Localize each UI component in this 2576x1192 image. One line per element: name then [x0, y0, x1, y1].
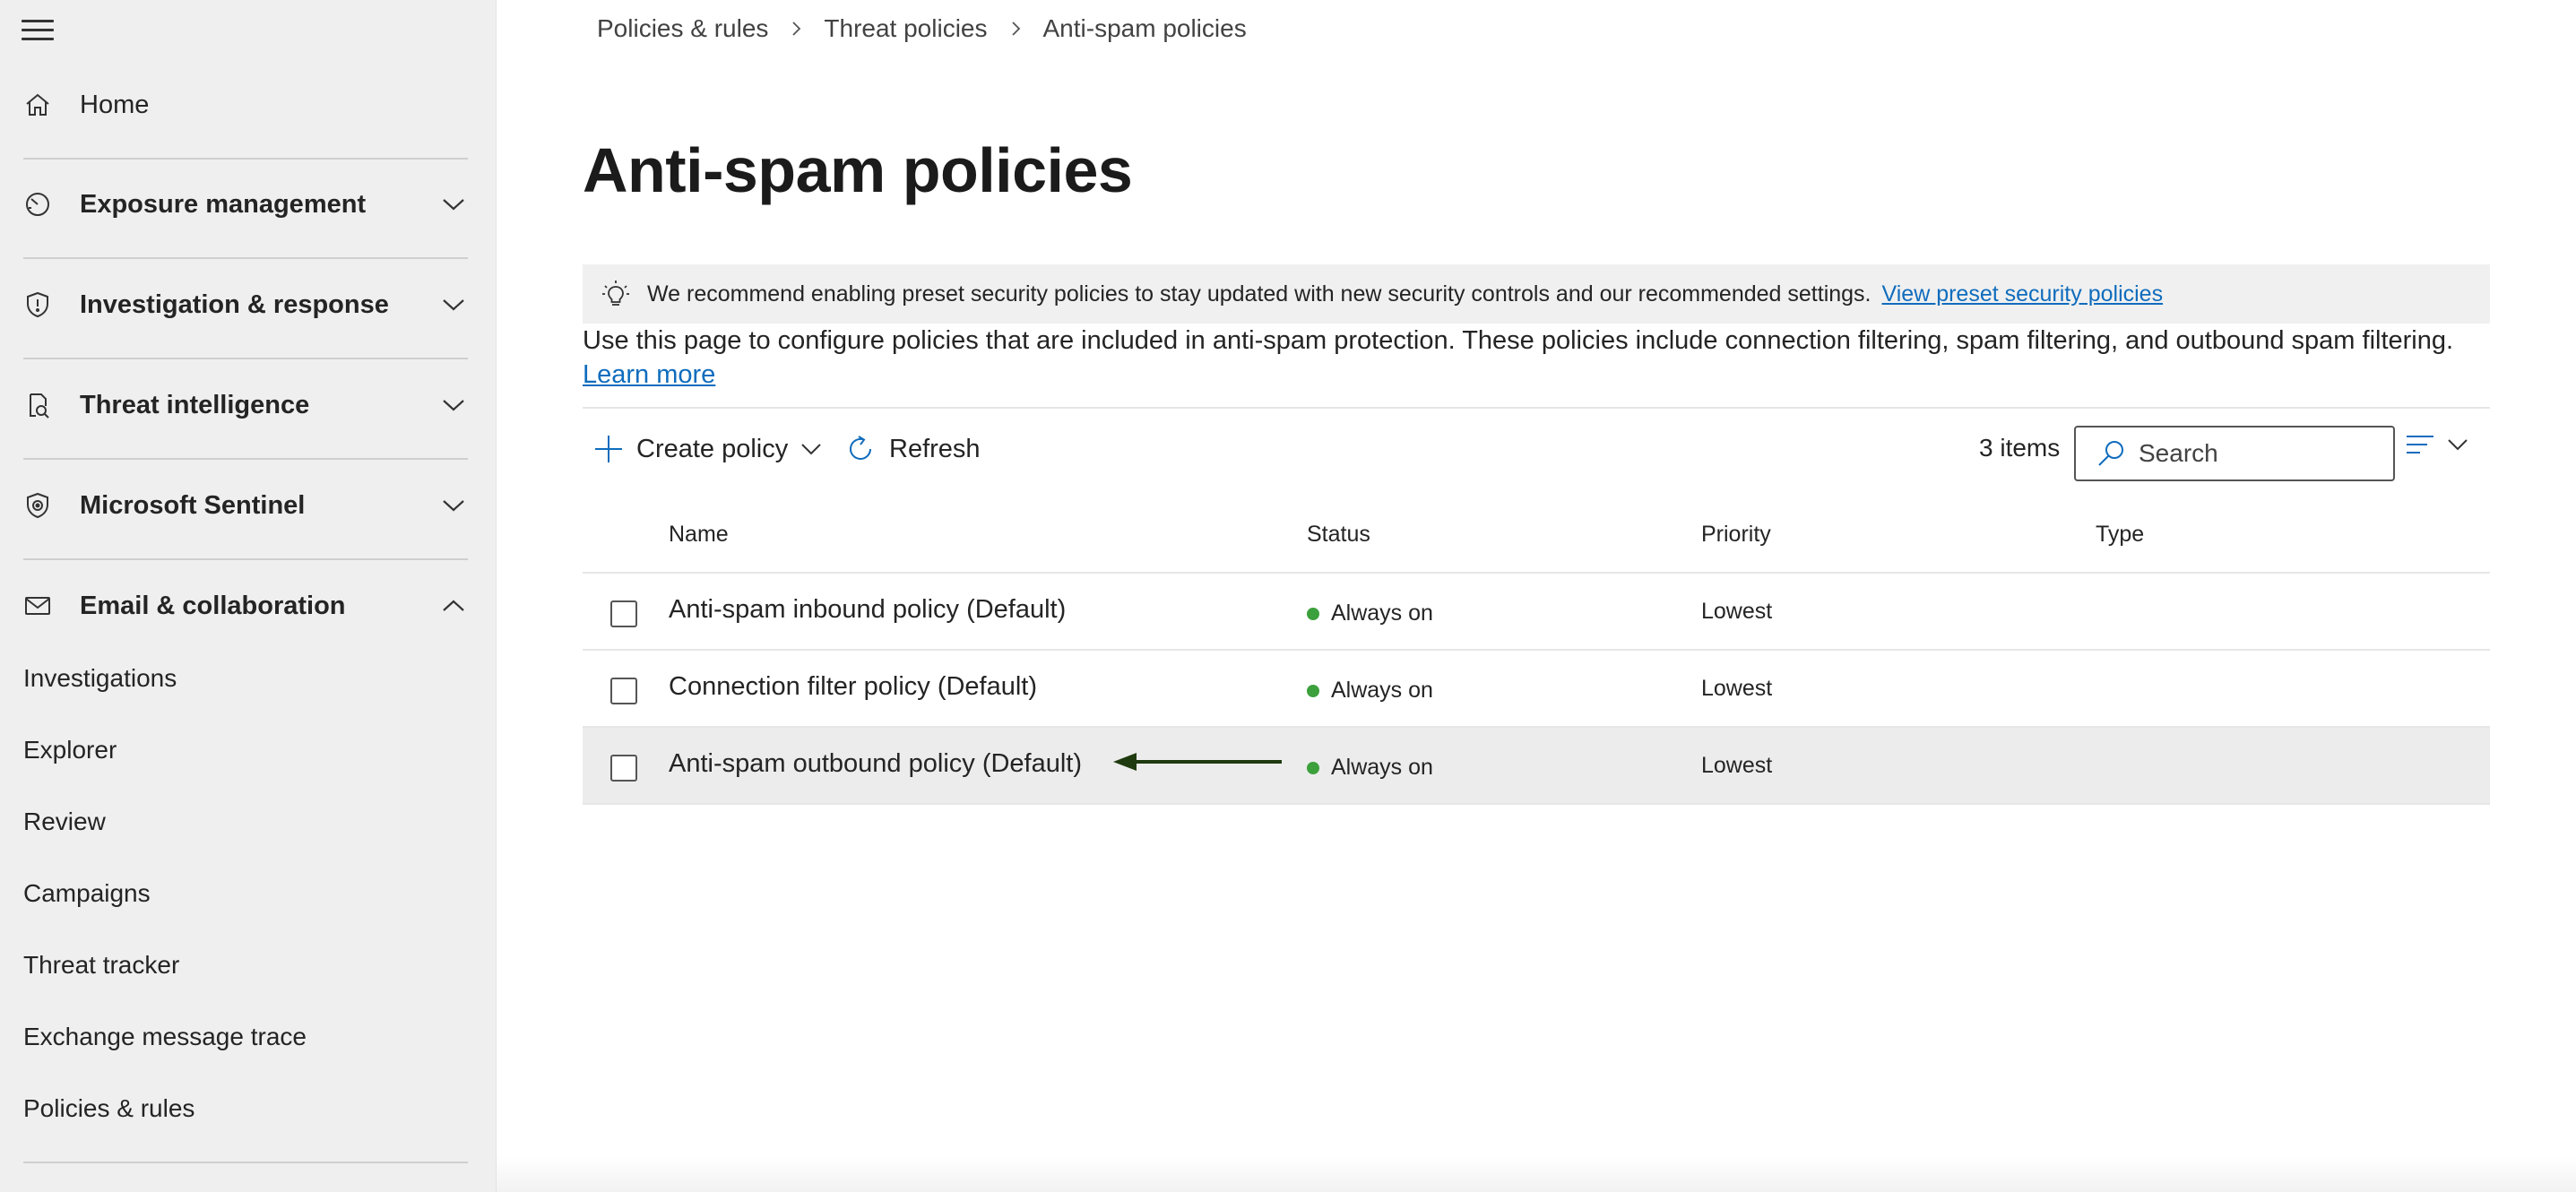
sidebar-item-microsoft-sentinel[interactable]: Microsoft Sentinel [0, 479, 497, 532]
sidebar-subitem-review[interactable]: Review [23, 808, 106, 836]
sidebar-item-label: Investigation & response [80, 289, 389, 319]
status-dot-icon [1307, 684, 1319, 697]
section-divider [583, 407, 2490, 409]
sidebar-item-exposure-management[interactable]: Exposure management [0, 177, 497, 231]
page-title: Anti-spam policies [583, 135, 1133, 205]
sidebar-subitem-policies-rules[interactable]: Policies & rules [23, 1094, 194, 1123]
row-checkbox[interactable] [610, 755, 637, 782]
annotation-arrow-icon [1113, 753, 1282, 771]
refresh-button[interactable]: Refresh [844, 428, 981, 470]
sidebar-divider [23, 158, 468, 160]
chevron-down-icon[interactable] [437, 489, 470, 522]
sidebar-item-threat-intelligence[interactable]: Threat intelligence [0, 378, 497, 432]
sidebar-subitem-investigations[interactable]: Investigations [23, 664, 177, 693]
policy-name[interactable]: Anti-spam outbound policy (Default) [669, 749, 1082, 779]
create-policy-label: Create policy [636, 434, 789, 463]
search-icon [2098, 441, 2123, 466]
create-policy-button[interactable]: Create policy [593, 428, 822, 470]
sidebar-divider [23, 358, 468, 359]
sidebar-item-investigation-response[interactable]: Investigation & response [0, 278, 497, 332]
policy-status: Always on [1307, 678, 1433, 704]
breadcrumb: Policies & rules Threat policies Anti-sp… [597, 14, 1247, 43]
search-input[interactable] [2137, 438, 2364, 469]
breadcrumb-item[interactable]: Threat policies [824, 14, 987, 43]
gauge-icon [22, 188, 54, 220]
bottom-shadow [497, 1156, 2576, 1192]
sentinel-icon [22, 489, 54, 522]
refresh-label: Refresh [889, 434, 981, 463]
sidebar-item-home[interactable]: Home [0, 78, 497, 132]
page-description: Use this page to configure policies that… [583, 324, 2490, 392]
status-text: Always on [1331, 678, 1433, 703]
sidebar-subitem-campaigns[interactable]: Campaigns [23, 879, 151, 908]
policy-status: Always on [1307, 600, 1433, 626]
status-dot-icon [1307, 607, 1319, 620]
plus-icon [593, 434, 624, 464]
sidebar-item-label: Exposure management [80, 189, 367, 219]
column-header-priority[interactable]: Priority [1701, 522, 1771, 548]
chevron-up-icon[interactable] [437, 590, 470, 622]
hamburger-menu-icon[interactable] [22, 20, 54, 45]
sidebar-item-label: Email & collaboration [80, 591, 346, 620]
column-header-type[interactable]: Type [2096, 522, 2144, 548]
sidebar-divider [23, 558, 468, 560]
items-count: 3 items [1979, 434, 2061, 462]
status-text: Always on [1331, 600, 1433, 626]
table-row[interactable]: Anti-spam outbound policy (Default) Alwa… [583, 728, 2490, 805]
policy-name[interactable]: Connection filter policy (Default) [669, 672, 1037, 702]
table-row[interactable]: Connection filter policy (Default) Alway… [583, 651, 2490, 728]
chevron-down-icon[interactable] [437, 188, 470, 220]
sidebar-subitem-exchange-message-trace[interactable]: Exchange message trace [23, 1023, 307, 1051]
threat-intel-icon [22, 389, 54, 421]
home-icon [22, 89, 54, 121]
policy-priority: Lowest [1701, 599, 1773, 624]
row-checkbox[interactable] [610, 600, 637, 627]
sidebar-item-label: Home [80, 90, 150, 119]
recommendation-banner: We recommend enabling preset security po… [583, 264, 2490, 324]
column-header-name[interactable]: Name [669, 522, 729, 548]
learn-more-link[interactable]: Learn more [583, 360, 715, 389]
policy-priority: Lowest [1701, 676, 1773, 701]
sidebar-subitem-threat-tracker[interactable]: Threat tracker [23, 951, 179, 980]
sidebar-item-label: Microsoft Sentinel [80, 490, 306, 520]
policy-priority: Lowest [1701, 753, 1773, 778]
policy-name[interactable]: Anti-spam inbound policy (Default) [669, 595, 1066, 625]
sidebar-divider [23, 1162, 468, 1163]
sidebar-divider [23, 458, 468, 460]
mail-icon [22, 590, 54, 622]
view-preset-security-policies-link[interactable]: View preset security policies [1882, 281, 2164, 307]
table-row[interactable]: Anti-spam inbound policy (Default) Alway… [583, 574, 2490, 651]
breadcrumb-current: Anti-spam policies [1042, 14, 1247, 42]
row-checkbox[interactable] [610, 678, 637, 704]
filter-options-button[interactable] [2406, 434, 2468, 455]
sidebar-item-email-collaboration[interactable]: Email & collaboration [0, 579, 497, 633]
sidebar-divider [23, 257, 468, 259]
sidebar-item-label: Threat intelligence [80, 390, 310, 419]
refresh-icon [844, 433, 877, 465]
navigation-sidebar: Home Exposure management Investigation &… [0, 0, 497, 1192]
policy-status: Always on [1307, 755, 1433, 781]
status-dot-icon [1307, 761, 1319, 774]
shield-icon [22, 289, 54, 321]
chevron-down-icon[interactable] [437, 389, 470, 421]
banner-text: We recommend enabling preset security po… [647, 281, 1871, 307]
lightbulb-icon [601, 279, 631, 309]
chevron-down-icon[interactable] [437, 289, 470, 321]
status-text: Always on [1331, 755, 1433, 780]
chevron-down-icon [800, 443, 822, 455]
chevron-right-icon [788, 21, 804, 37]
breadcrumb-item[interactable]: Policies & rules [597, 14, 768, 43]
chevron-down-icon [2448, 439, 2468, 451]
search-box[interactable] [2074, 426, 2395, 481]
description-text: Use this page to configure policies that… [583, 326, 2454, 355]
column-header-status[interactable]: Status [1307, 522, 1370, 548]
chevron-right-icon [1007, 21, 1024, 37]
sidebar-subitem-explorer[interactable]: Explorer [23, 736, 117, 764]
filter-lines-icon [2407, 436, 2433, 453]
